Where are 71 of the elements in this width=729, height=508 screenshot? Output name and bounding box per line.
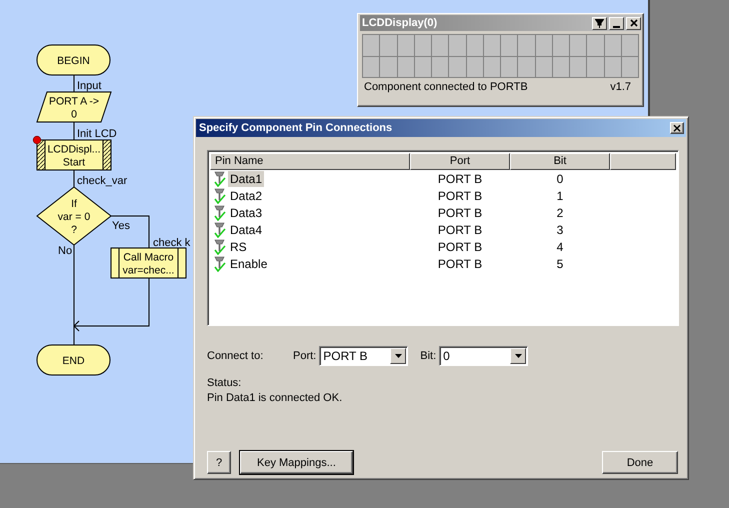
node-text: END <box>62 355 85 367</box>
breakpoint-dot[interactable] <box>32 136 42 144</box>
pin-icon <box>214 238 226 254</box>
minimize-button[interactable] <box>609 16 624 30</box>
connector-label: Input <box>77 80 102 92</box>
node-text: LCDDispl... Start <box>47 144 101 168</box>
macro-block[interactable]: LCDDispl... Start <box>36 140 112 170</box>
call-macro-block[interactable]: Call Macro var=chec... <box>110 248 186 278</box>
status-text: Component connected to PORTB <box>364 81 528 93</box>
pin-icon <box>214 256 226 272</box>
table-cell-text: PORT B <box>436 188 484 202</box>
pin-icon <box>595 18 604 28</box>
table-cell-text: PORT B <box>436 240 484 254</box>
dialog-title: Specify Component Pin Connections <box>199 122 394 134</box>
connector-label: check k <box>153 237 190 249</box>
key-mappings-button[interactable]: Key Mappings... <box>240 451 353 474</box>
column-header[interactable]: Port <box>410 153 510 170</box>
version-text: v1.7 <box>610 81 631 93</box>
pin-icon <box>214 170 226 186</box>
table-cell-text: 4 <box>556 240 564 254</box>
close-button[interactable] <box>626 16 641 30</box>
table-cell-text: 0 <box>556 172 564 186</box>
table-cell-text: PORT B <box>436 256 484 270</box>
status-label: Status: <box>207 377 242 389</box>
column-header[interactable]: Pin Name <box>210 153 410 170</box>
table-cell-text: 1 <box>556 188 564 202</box>
port-label: Port: <box>293 350 316 362</box>
pin-name[interactable]: Data2 <box>228 188 264 204</box>
minimize-icon <box>613 26 620 28</box>
bit-label: Bit: <box>420 350 436 362</box>
close-button[interactable]: × <box>670 122 684 134</box>
table-cell-text: PORT B <box>436 222 484 236</box>
close-icon <box>630 19 638 27</box>
terminal-shape[interactable]: END <box>36 344 110 376</box>
table-cell-text: 3 <box>556 222 564 236</box>
pin-name[interactable]: Enable <box>228 256 270 272</box>
pin-icon <box>214 188 226 204</box>
pin-icon <box>214 222 226 238</box>
branch-label: No <box>58 245 72 257</box>
pin-name[interactable]: RS <box>228 238 249 254</box>
help-button[interactable]: ? <box>207 451 231 474</box>
pin-button[interactable] <box>592 16 607 30</box>
pin-name[interactable]: Data1 <box>228 170 264 186</box>
table-cell-text: PORT B <box>436 206 484 220</box>
status-message: Pin Data1 is connected OK. <box>207 392 344 404</box>
pin-name[interactable]: Data3 <box>228 204 264 220</box>
decision-diamond[interactable]: If var = 0 ? <box>36 186 112 246</box>
dropdown-arrow-icon <box>514 354 522 358</box>
column-header[interactable]: Bit <box>510 153 610 170</box>
node-text: If var = 0 ? <box>58 198 90 236</box>
node-text: BEGIN <box>57 55 90 67</box>
column-header[interactable] <box>610 153 676 170</box>
node-text: PORT A -> 0 <box>48 96 100 120</box>
connector-label: check_var <box>77 175 128 187</box>
table-cell-text: 2 <box>556 206 564 220</box>
pin-name[interactable]: Data4 <box>228 222 264 238</box>
pin-list[interactable]: Pin Name Port Bit Data1 PORT B 0 Data2 PORT B 1 Data3 PORT B 2 Data4 PORT B 3 RS PORT B 4 Enable PORT B 5 <box>207 150 679 326</box>
pin-icon <box>214 204 226 220</box>
input-shape[interactable]: PORT A -> 0 <box>36 92 112 122</box>
table-cell-text: 5 <box>556 256 564 270</box>
dropdown-arrow-icon <box>394 354 402 358</box>
terminal-shape[interactable]: BEGIN <box>36 44 110 76</box>
done-button[interactable]: Done <box>602 451 678 474</box>
window-title: LCDDisplay(0) <box>362 17 438 29</box>
port-dropdown[interactable]: PORT B <box>319 346 408 366</box>
branch-label: Yes <box>112 220 130 232</box>
connect-label: Connect to: <box>207 350 264 362</box>
bit-dropdown[interactable]: 0 <box>439 346 528 366</box>
table-cell-text: PORT B <box>436 172 484 186</box>
node-text: Call Macro var=chec... <box>122 252 174 276</box>
connector-label: Init LCD <box>77 128 117 140</box>
